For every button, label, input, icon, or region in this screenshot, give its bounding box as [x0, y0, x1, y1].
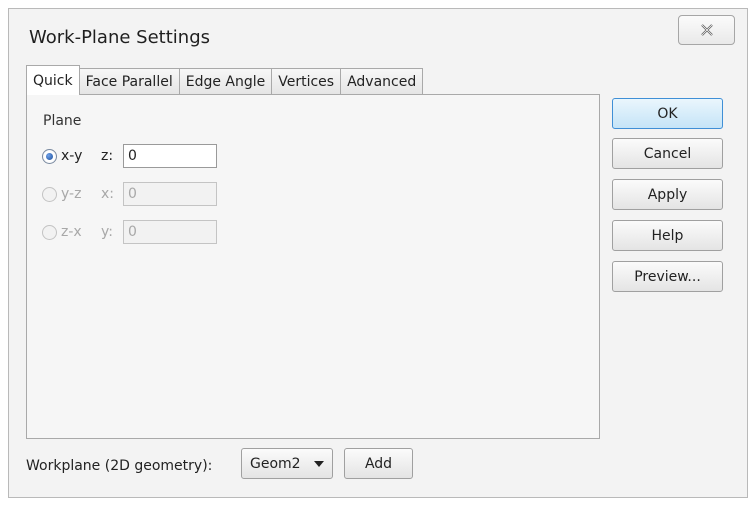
- tab-quick[interactable]: Quick: [26, 65, 80, 95]
- close-button[interactable]: [678, 15, 735, 45]
- dialog-title: Work-Plane Settings: [29, 27, 210, 48]
- radio-zx-label[interactable]: z-x: [61, 224, 101, 240]
- radio-yz-label[interactable]: y-z: [61, 186, 101, 202]
- add-button[interactable]: Add: [344, 448, 413, 479]
- tab-bar: Quick Face Parallel Edge Angle Vertices …: [26, 65, 424, 95]
- plane-option-yz: y-z x: 0: [42, 181, 217, 207]
- quick-tab-panel: Plane x-y z: 0 y-z x: 0 z-x y: 0: [26, 94, 600, 439]
- preview-button[interactable]: Preview...: [612, 261, 723, 292]
- radio-xy[interactable]: [42, 148, 57, 164]
- tab-vertices[interactable]: Vertices: [271, 68, 342, 94]
- workplane-select[interactable]: Geom2: [241, 448, 333, 479]
- tab-advanced[interactable]: Advanced: [340, 68, 424, 94]
- plane-label: Plane: [43, 113, 82, 129]
- radio-yz[interactable]: [42, 186, 57, 202]
- x-value-field[interactable]: 0: [123, 182, 217, 206]
- workplane-label: Workplane (2D geometry):: [26, 458, 213, 474]
- y-value-field[interactable]: 0: [123, 220, 217, 244]
- coord-y-label: y:: [101, 224, 113, 240]
- plane-group: Plane x-y z: 0 y-z x: 0 z-x y: 0: [39, 107, 249, 252]
- radio-xy-label[interactable]: x-y: [61, 148, 101, 164]
- tab-edge-angle[interactable]: Edge Angle: [178, 68, 273, 94]
- plane-option-xy: x-y z: 0: [42, 143, 217, 169]
- apply-button[interactable]: Apply: [612, 179, 723, 210]
- radio-zx[interactable]: [42, 224, 57, 240]
- coord-x-label: x:: [101, 186, 115, 202]
- coord-z-label: z:: [101, 148, 114, 164]
- cancel-button[interactable]: Cancel: [612, 138, 723, 169]
- chevron-down-icon: [314, 460, 324, 467]
- workplane-select-value: Geom2: [250, 455, 301, 472]
- z-value-field[interactable]: 0: [123, 144, 217, 168]
- tab-face-parallel[interactable]: Face Parallel: [78, 68, 180, 94]
- help-button[interactable]: Help: [612, 220, 723, 251]
- plane-option-zx: z-x y: 0: [42, 219, 217, 245]
- ok-button[interactable]: OK: [612, 98, 723, 129]
- close-icon: [700, 24, 713, 36]
